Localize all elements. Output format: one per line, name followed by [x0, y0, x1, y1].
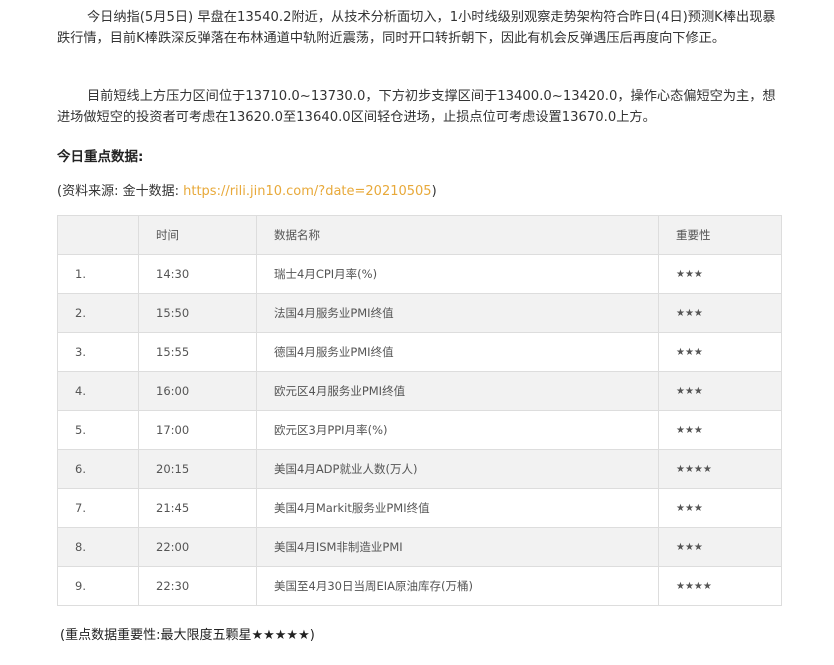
row-name: 瑞士4月CPI月率(%) — [256, 254, 659, 294]
table-row: 8. 22:00 美国4月ISM非制造业PMI ★★★ — [57, 527, 782, 567]
row-index: 3. — [57, 332, 139, 372]
row-index: 7. — [57, 488, 139, 528]
row-index: 5. — [57, 410, 139, 450]
source-link[interactable]: https://rili.jin10.com/?date=20210505 — [183, 184, 431, 199]
table-row: 3. 15:55 德国4月服务业PMI终值 ★★★ — [57, 332, 782, 372]
row-time: 15:50 — [138, 293, 257, 333]
source-suffix: ) — [431, 184, 437, 199]
row-index: 2. — [57, 293, 139, 333]
row-importance-stars: ★★★ — [658, 488, 782, 528]
key-data-heading: 今日重点数据: — [57, 149, 144, 165]
economic-data-table: 时间 数据名称 重要性 1. 14:30 瑞士4月CPI月率(%) ★★★ 2.… — [57, 215, 782, 606]
row-time: 21:45 — [138, 488, 257, 528]
row-time: 22:00 — [138, 527, 257, 567]
row-index: 1. — [57, 254, 139, 294]
analysis-paragraph-1: 今日纳指(5月5日) 早盘在13540.2附近，从技术分析面切入，1小时线级别观… — [57, 10, 776, 46]
table-header-row: 时间 数据名称 重要性 — [57, 215, 782, 255]
importance-note: (重点数据重要性:最大限度五颗星★★★★★) — [60, 628, 315, 643]
row-importance-stars: ★★★★ — [658, 566, 782, 606]
row-index: 8. — [57, 527, 139, 567]
source-prefix: (资料来源: 金十数据: — [57, 184, 184, 199]
row-time: 22:30 — [138, 566, 257, 606]
row-name: 欧元区4月服务业PMI终值 — [256, 371, 659, 411]
row-importance-stars: ★★★ — [658, 527, 782, 567]
row-importance-stars: ★★★★ — [658, 449, 782, 489]
row-time: 17:00 — [138, 410, 257, 450]
row-time: 14:30 — [138, 254, 257, 294]
row-time: 16:00 — [138, 371, 257, 411]
analysis-paragraph-2: 目前短线上方压力区间位于13710.0~13730.0，下方初步支撑区间于134… — [57, 89, 776, 125]
table-row: 4. 16:00 欧元区4月服务业PMI终值 ★★★ — [57, 371, 782, 411]
row-importance-stars: ★★★ — [658, 332, 782, 372]
row-name: 法国4月服务业PMI终值 — [256, 293, 659, 333]
column-header-importance: 重要性 — [658, 215, 782, 255]
column-header-index — [57, 215, 139, 255]
row-time: 15:55 — [138, 332, 257, 372]
row-name: 美国4月ISM非制造业PMI — [256, 527, 659, 567]
table-row: 1. 14:30 瑞士4月CPI月率(%) ★★★ — [57, 254, 782, 294]
article-page: 今日纳指(5月5日) 早盘在13540.2附近，从技术分析面切入，1小时线级别观… — [0, 0, 834, 665]
row-name: 德国4月服务业PMI终值 — [256, 332, 659, 372]
row-index: 9. — [57, 566, 139, 606]
row-importance-stars: ★★★ — [658, 371, 782, 411]
table-row: 6. 20:15 美国4月ADP就业人数(万人) ★★★★ — [57, 449, 782, 489]
row-index: 4. — [57, 371, 139, 411]
table-row: 7. 21:45 美国4月Markit服务业PMI终值 ★★★ — [57, 488, 782, 528]
row-name: 美国至4月30日当周EIA原油库存(万桶) — [256, 566, 659, 606]
row-name: 欧元区3月PPI月率(%) — [256, 410, 659, 450]
row-index: 6. — [57, 449, 139, 489]
row-importance-stars: ★★★ — [658, 293, 782, 333]
row-time: 20:15 — [138, 449, 257, 489]
column-header-time: 时间 — [138, 215, 257, 255]
table-row: 5. 17:00 欧元区3月PPI月率(%) ★★★ — [57, 410, 782, 450]
row-importance-stars: ★★★ — [658, 410, 782, 450]
column-header-name: 数据名称 — [256, 215, 659, 255]
data-source-line: (资料来源: 金十数据: https://rili.jin10.com/?dat… — [57, 180, 437, 199]
row-name: 美国4月ADP就业人数(万人) — [256, 449, 659, 489]
row-importance-stars: ★★★ — [658, 254, 782, 294]
row-name: 美国4月Markit服务业PMI终值 — [256, 488, 659, 528]
table-row: 2. 15:50 法国4月服务业PMI终值 ★★★ — [57, 293, 782, 333]
table-row: 9. 22:30 美国至4月30日当周EIA原油库存(万桶) ★★★★ — [57, 566, 782, 606]
